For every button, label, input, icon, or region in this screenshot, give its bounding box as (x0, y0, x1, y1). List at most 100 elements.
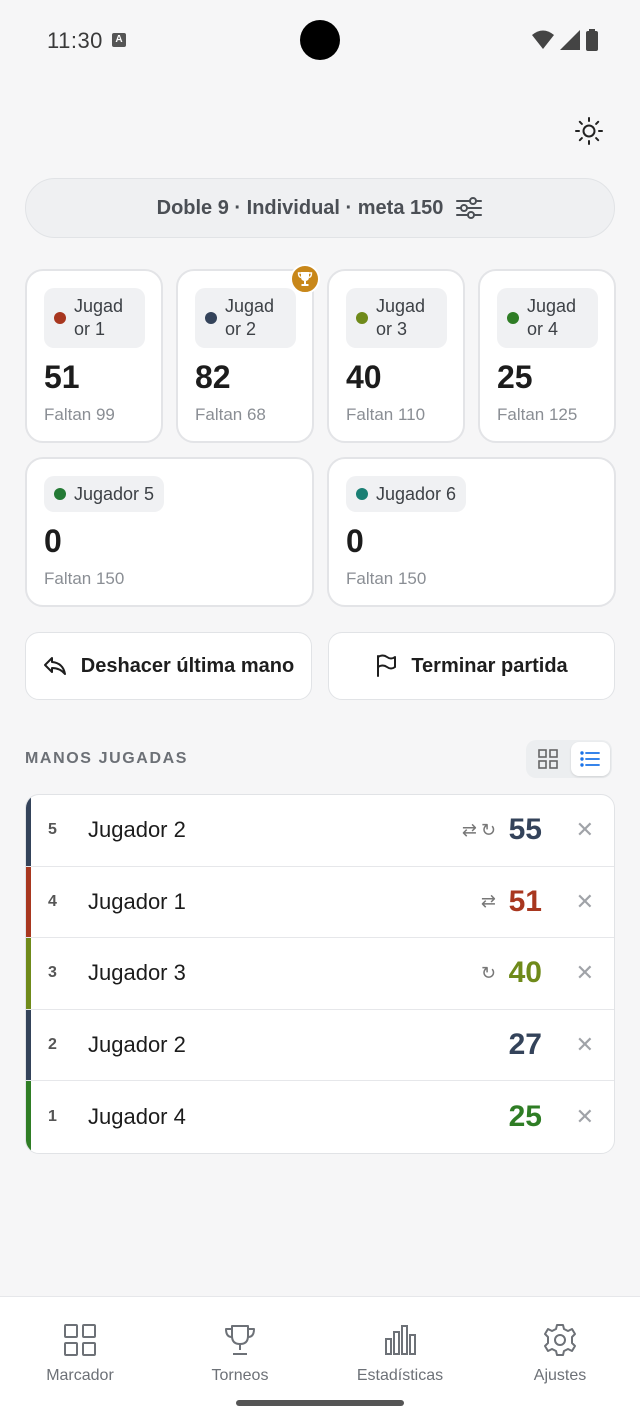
hand-color-bar (26, 866, 31, 938)
hand-points: 40 (508, 956, 542, 990)
status-bar: 11:30 A (0, 0, 640, 82)
finish-label: Terminar partida (411, 654, 568, 677)
undo-icon (43, 657, 66, 675)
hand-number: 1 (48, 1108, 57, 1126)
delete-hand-button[interactable]: ✕ (576, 817, 594, 843)
player-card-4[interactable]: Jugador 4 25 Faltan 125 (478, 269, 616, 443)
hands-section-title: MANOS JUGADAS (25, 750, 189, 767)
player-card-5[interactable]: Jugador 5 0 Faltan 150 (25, 457, 314, 607)
hand-color-bar (26, 1081, 31, 1153)
player-score: 82 (195, 359, 231, 395)
game-config-button[interactable]: Doble 9 · Individual · meta 150 (25, 178, 615, 238)
player-score: 51 (44, 359, 80, 395)
player-score: 0 (346, 523, 364, 559)
hand-color-bar (26, 938, 31, 1009)
hand-points: 25 (508, 1100, 542, 1134)
player-tag: Jugador 2 (195, 288, 296, 348)
delete-hand-button[interactable]: ✕ (576, 1104, 594, 1130)
player-color-dot (356, 312, 368, 324)
hand-row[interactable]: 4 Jugador 1 ⇄ 51 ✕ (26, 866, 614, 939)
nav-torneos[interactable]: Torneos (160, 1323, 320, 1385)
hand-row[interactable]: 5 Jugador 2 ⇄ ↻ 55 ✕ (26, 795, 614, 867)
grid-icon (537, 749, 558, 769)
player-name: Jugador 1 (74, 296, 124, 339)
home-indicator[interactable] (236, 1400, 404, 1406)
signal-icon (560, 30, 580, 50)
hand-color-bar (26, 795, 31, 866)
player-remaining: Faltan 110 (346, 405, 426, 424)
player-card-6[interactable]: Jugador 6 0 Faltan 150 (327, 457, 616, 607)
hand-number: 5 (48, 821, 57, 839)
hand-number: 4 (48, 892, 57, 910)
trophy-icon (297, 272, 313, 286)
repeat-icon: ↻ (480, 819, 496, 840)
game-config-label: Doble 9 · Individual · meta 150 (156, 196, 444, 219)
player-remaining: Faltan 150 (44, 569, 125, 588)
hand-points: 51 (508, 884, 542, 918)
hand-number: 2 (48, 1036, 57, 1054)
sun-icon (575, 117, 603, 145)
player-name: Jugador 6 (376, 483, 457, 504)
delete-hand-button[interactable]: ✕ (576, 960, 594, 986)
bar-chart-icon (385, 1325, 416, 1355)
hand-number: 3 (48, 964, 57, 982)
status-time: 11:30 (47, 28, 103, 53)
delete-hand-button[interactable]: ✕ (576, 1032, 594, 1058)
hand-row[interactable]: 2 Jugador 2 27 ✕ (26, 1009, 614, 1082)
nav-marcador[interactable]: Marcador (0, 1323, 160, 1385)
player-card-1[interactable]: Jugador 1 51 Faltan 99 (25, 269, 163, 443)
leader-trophy-badge (290, 264, 320, 294)
nav-label: Ajustes (533, 1367, 587, 1384)
player-tag: Jugador 6 (346, 476, 467, 512)
camera-cutout (300, 20, 340, 60)
repeat-icon: ↻ (480, 962, 496, 983)
player-card-3[interactable]: Jugador 3 40 Faltan 110 (327, 269, 465, 443)
player-score: 25 (497, 359, 533, 395)
grid-icon (64, 1324, 96, 1356)
flag-icon (377, 654, 397, 677)
player-card-2[interactable]: Jugador 2 82 Faltan 68 (176, 269, 314, 443)
list-view-button[interactable] (570, 742, 610, 776)
system-icons (532, 29, 598, 51)
player-color-dot (54, 312, 66, 324)
trophy-icon (225, 1325, 255, 1355)
hand-player: Jugador 2 (88, 1032, 186, 1058)
finish-game-button[interactable]: Terminar partida (328, 632, 615, 700)
player-color-dot (356, 488, 368, 500)
player-tag: Jugador 3 (346, 288, 447, 348)
hand-flags: ⇄ ↻ (462, 820, 496, 841)
player-name: Jugador 2 (225, 296, 275, 339)
nav-ajustes[interactable]: Ajustes (480, 1323, 640, 1385)
player-tag: Jugador 4 (497, 288, 598, 348)
hand-row[interactable]: 1 Jugador 4 25 ✕ (26, 1081, 614, 1153)
player-tag: Jugador 1 (44, 288, 145, 348)
player-remaining: Faltan 68 (195, 405, 266, 424)
player-remaining: Faltan 150 (346, 569, 427, 588)
hand-player: Jugador 4 (88, 1104, 186, 1130)
accessibility-icon: A (112, 33, 126, 47)
undo-last-hand-button[interactable]: Deshacer última mano (25, 632, 312, 700)
hand-player: Jugador 2 (88, 817, 186, 843)
theme-toggle-button[interactable] (572, 114, 606, 148)
hand-color-bar (26, 1009, 31, 1081)
player-name: Jugador 4 (527, 296, 577, 339)
hands-list: 5 Jugador 2 ⇄ ↻ 55 ✕ 4 Jugador 1 ⇄ 51 ✕ … (25, 794, 615, 1154)
player-score: 0 (44, 523, 62, 559)
wifi-icon (532, 30, 554, 49)
delete-hand-button[interactable]: ✕ (576, 889, 594, 915)
hand-player: Jugador 1 (88, 888, 186, 914)
player-name: Jugador 5 (74, 483, 155, 504)
player-color-dot (205, 312, 217, 324)
hand-row[interactable]: 3 Jugador 3 ↻ 40 ✕ (26, 938, 614, 1010)
player-score: 40 (346, 359, 382, 395)
hand-points: 55 (508, 813, 542, 847)
swap-icon: ⇄ (480, 891, 496, 912)
player-remaining: Faltan 125 (497, 405, 578, 424)
nav-estadisticas[interactable]: Estadísticas (320, 1323, 480, 1385)
battery-icon (586, 29, 598, 51)
nav-label: Torneos (211, 1367, 269, 1384)
grid-view-button[interactable] (528, 742, 568, 776)
gear-icon (544, 1324, 576, 1356)
undo-label: Deshacer última mano (80, 654, 295, 677)
hand-flags: ↻ (481, 963, 496, 984)
